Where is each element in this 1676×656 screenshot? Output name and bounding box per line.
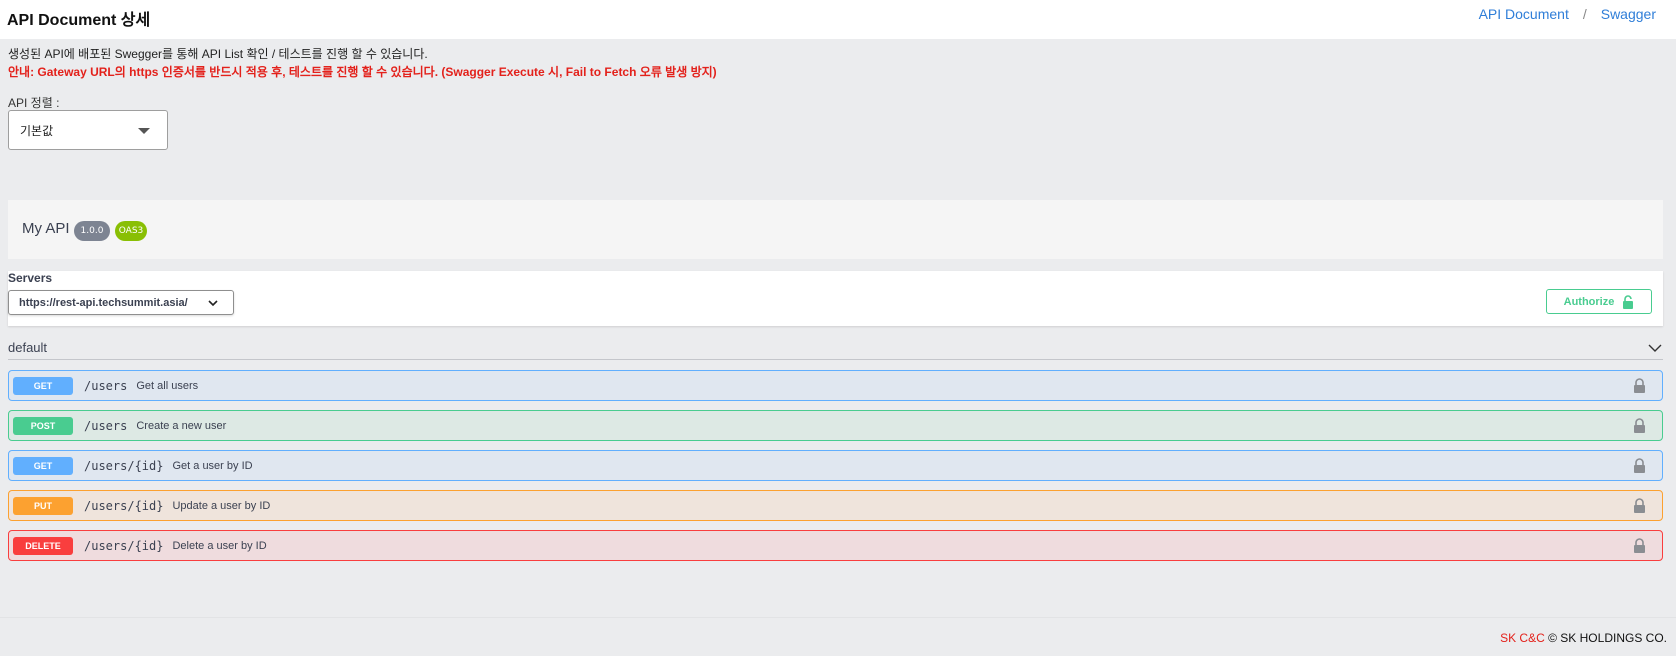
lock-icon[interactable]	[1633, 458, 1646, 473]
description-text: 생성된 API에 배포된 Swegger를 통해 API List 확인 / 테…	[8, 47, 428, 61]
operation-put-user-by-id[interactable]: PUT /users/{id} Update a user by ID	[8, 490, 1663, 521]
api-title: My API	[22, 220, 70, 237]
operation-summary: Update a user by ID	[172, 499, 271, 512]
footer-divider	[0, 617, 1676, 618]
server-selected-value: https://rest-api.techsummit.asia/	[19, 296, 188, 309]
operation-summary: Delete a user by ID	[172, 539, 267, 552]
operation-path: /users	[84, 418, 128, 433]
authorize-label: Authorize	[1563, 295, 1615, 308]
lock-icon[interactable]	[1633, 418, 1646, 433]
breadcrumb: API Document / Swagger	[1479, 6, 1656, 22]
operation-summary: Get a user by ID	[172, 459, 253, 472]
servers-panel: Servers https://rest-api.techsummit.asia…	[8, 271, 1663, 326]
lock-icon[interactable]	[1633, 378, 1646, 393]
version-badge: 1.0.0	[74, 221, 110, 241]
footer-copyright: © SK HOLDINGS CO.	[1548, 631, 1667, 645]
api-info-panel: My API 1.0.0 OAS3	[8, 200, 1663, 259]
operation-path: /users	[84, 378, 128, 393]
method-badge: GET	[13, 456, 73, 475]
top-header: API Document 상세 API Document / Swagger	[0, 0, 1676, 39]
unlocked-icon	[1623, 294, 1634, 309]
sort-label: API 정렬 :	[8, 96, 60, 110]
breadcrumb-separator: /	[1582, 6, 1587, 22]
operation-post-users[interactable]: POST /users Create a new user	[8, 410, 1663, 441]
server-select[interactable]: https://rest-api.techsummit.asia/	[8, 290, 234, 315]
lock-icon[interactable]	[1633, 538, 1646, 553]
breadcrumb-swagger-link[interactable]: Swagger	[1601, 6, 1656, 22]
operation-path: /users/{id}	[84, 538, 164, 553]
method-badge: GET	[13, 376, 73, 395]
lock-icon[interactable]	[1633, 498, 1646, 513]
authorize-button[interactable]: Authorize	[1546, 289, 1652, 314]
breadcrumb-api-document-link[interactable]: API Document	[1479, 6, 1569, 22]
tag-name: default	[8, 340, 48, 355]
caret-down-icon	[138, 128, 150, 134]
sort-select[interactable]: 기본값	[8, 110, 168, 150]
oas-badge: OAS3	[115, 221, 147, 241]
footer-brand: SK C&C	[1500, 631, 1545, 645]
sort-selected-value: 기본값	[20, 123, 54, 138]
operation-path: /users/{id}	[84, 458, 164, 473]
operation-delete-user-by-id[interactable]: DELETE /users/{id} Delete a user by ID	[8, 530, 1663, 561]
tag-default-header[interactable]: default	[8, 337, 1663, 360]
operation-summary: Get all users	[136, 379, 199, 392]
operation-get-users[interactable]: GET /users Get all users	[8, 370, 1663, 401]
method-badge: PUT	[13, 496, 73, 515]
page-title: API Document 상세	[7, 12, 151, 29]
method-badge: POST	[13, 416, 73, 435]
notice-text: 안내: Gateway URL의 https 인증서를 반드시 적용 후, 테스…	[8, 65, 717, 79]
operation-get-user-by-id[interactable]: GET /users/{id} Get a user by ID	[8, 450, 1663, 481]
operation-summary: Create a new user	[136, 419, 227, 432]
chevron-down-icon[interactable]	[1647, 342, 1663, 354]
servers-label: Servers	[8, 271, 53, 285]
operation-path: /users/{id}	[84, 498, 164, 513]
method-badge: DELETE	[13, 536, 73, 555]
chevron-down-icon	[208, 300, 218, 307]
footer: SK C&C © SK HOLDINGS CO.	[1500, 631, 1667, 645]
